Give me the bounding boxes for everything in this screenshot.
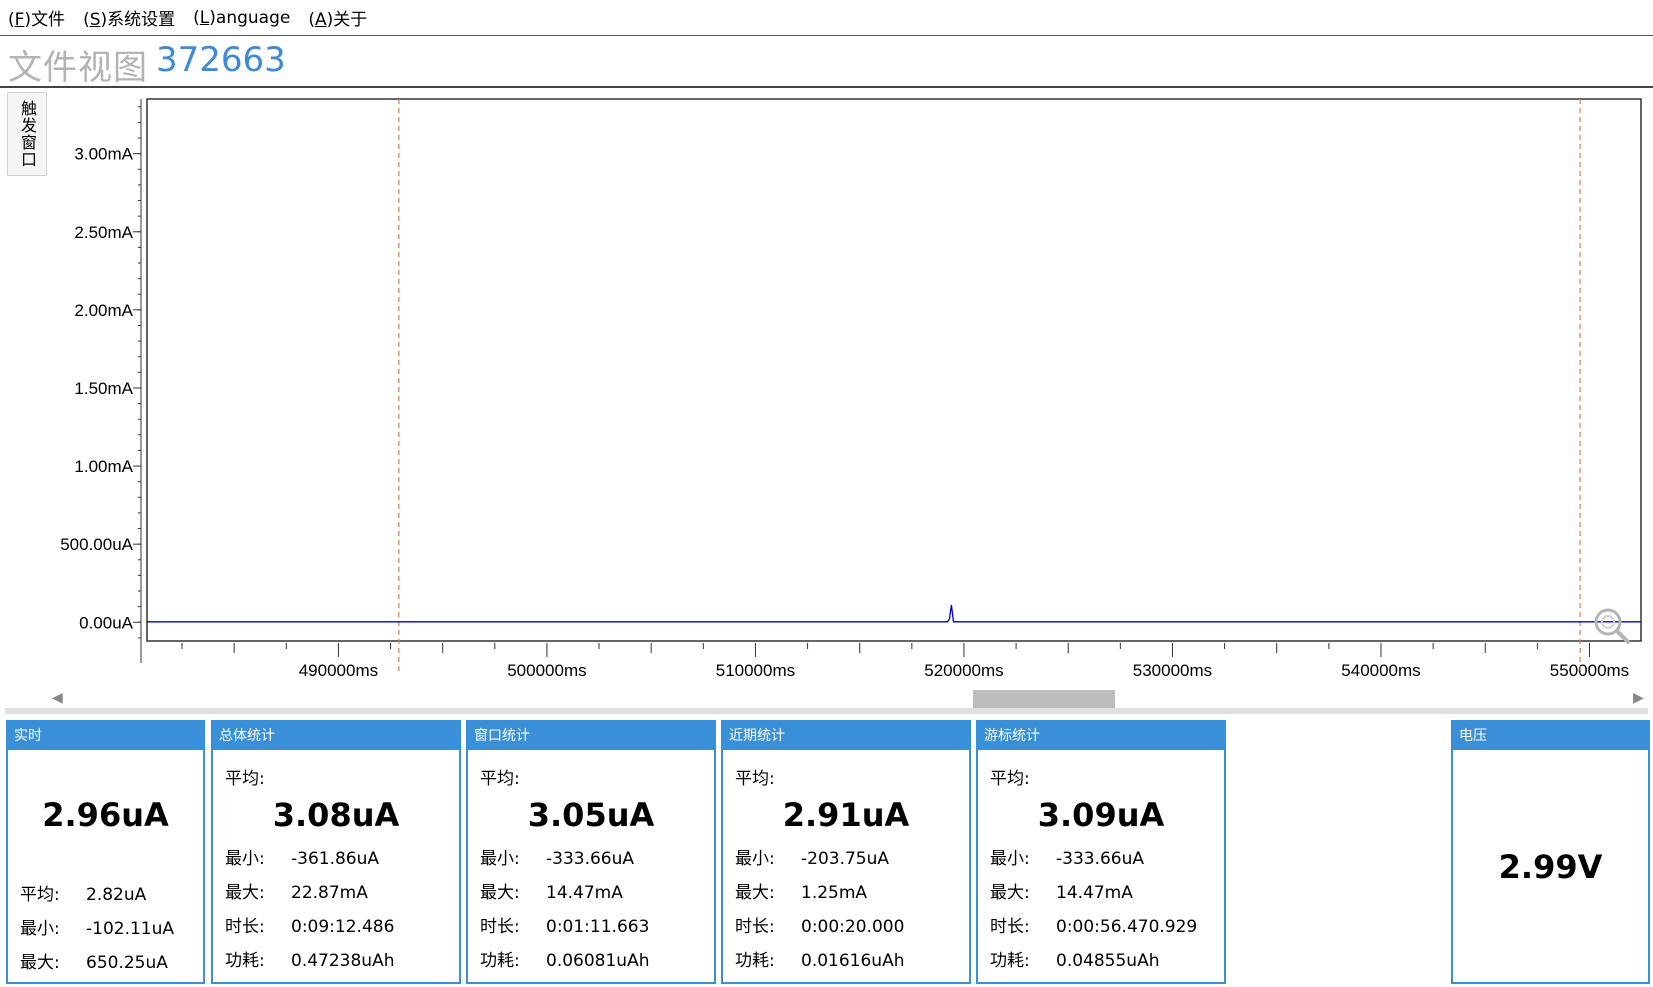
y-tick-label: 1.50mA [74, 379, 133, 398]
panel-title: 游标统计 [978, 722, 1224, 750]
x-tick-label: 510000ms [716, 661, 795, 680]
title-bar: 文件视图 372663 [0, 36, 1653, 88]
menu-language[interactable]: (L)anguage [185, 8, 300, 28]
x-tick-label: 500000ms [507, 661, 586, 680]
panel-overall-stats: 总体统计 平均: 3.08uA 最小: -361.86uA 最大: 22.87mA … [211, 720, 461, 984]
device-id: 372663 [156, 40, 286, 80]
panel-recent-stats: 近期统计 平均: 2.91uA 最小: -203.75uA 最大: 1.25mA 时… [721, 720, 971, 984]
plot-frame [146, 98, 1642, 642]
stat-row: 最小: -102.11uA [20, 919, 175, 939]
realtime-value: 2.96uA [42, 796, 169, 834]
horizontal-scroll-track[interactable] [5, 708, 1648, 714]
menu-file[interactable]: (F)文件 [0, 5, 75, 30]
panel-realtime: 实时 2.96uA 平均: 2.82uA 最小: -102.11uA 最大: 650.… [6, 720, 205, 984]
y-tick-label: 500.00uA [60, 535, 133, 554]
stat-row: 功耗: 0.04855uAh [990, 951, 1160, 971]
stat-row: 最小: -333.66uA [990, 849, 1145, 869]
stat-row: 时长: 0:01:11.663 [480, 917, 650, 937]
y-tick-label: 1.00mA [74, 457, 133, 476]
menu-settings[interactable]: (S)系统设置 [75, 5, 185, 30]
stat-row: 最小: -203.75uA [735, 849, 890, 869]
panel-title: 近期统计 [723, 722, 969, 750]
panel-voltage: 电压 2.99V [1451, 720, 1650, 984]
x-tick-label: 520000ms [924, 661, 1003, 680]
voltage-value: 2.99V [1498, 848, 1603, 886]
panel-title: 电压 [1453, 722, 1648, 750]
avg-label: 平均: [225, 769, 265, 789]
stat-row: 最大: 14.47mA [990, 883, 1133, 903]
stat-row: 最大: 650.25uA [20, 953, 168, 973]
scroll-left-arrow-icon[interactable]: ◀ [52, 690, 63, 706]
panel-window-stats: 窗口统计 平均: 3.05uA 最小: -333.66uA 最大: 14.47mA … [466, 720, 716, 984]
overall-avg-value: 3.08uA [272, 796, 400, 834]
stat-row: 最小: -333.66uA [480, 849, 635, 869]
cursor-avg-value: 3.09uA [1037, 796, 1165, 834]
x-tick-label: 550000ms [1550, 661, 1629, 680]
stat-row: 最小: -361.86uA [225, 849, 380, 869]
x-tick-label: 540000ms [1341, 661, 1420, 680]
panel-title: 实时 [8, 722, 203, 750]
stat-row: 最大: 22.87mA [225, 883, 368, 903]
y-tick-label: 0.00uA [79, 613, 134, 632]
x-tick-label: 490000ms [299, 661, 378, 680]
stat-row: 功耗: 0.06081uAh [480, 951, 650, 971]
stat-row: 平均: 2.82uA [20, 885, 147, 905]
panel-cursor-stats: 游标统计 平均: 3.09uA 最小: -333.66uA 最大: 14.47mA … [976, 720, 1226, 984]
horizontal-scroll-thumb[interactable] [973, 690, 1115, 708]
panel-title: 窗口统计 [468, 722, 714, 750]
stat-row: 时长: 0:00:20.000 [735, 917, 905, 937]
y-tick-label: 2.00mA [74, 301, 133, 320]
menu-bar: (F)文件 (S)系统设置 (L)anguage (A)关于 [0, 0, 1653, 36]
y-tick-label: 2.50mA [74, 223, 133, 242]
scroll-right-arrow-icon[interactable]: ▶ [1633, 690, 1644, 706]
stat-row: 最大: 1.25mA [735, 883, 868, 903]
window-avg-value: 3.05uA [527, 796, 655, 834]
menu-about[interactable]: (A)关于 [300, 5, 377, 30]
stat-row: 时长: 0:00:56.470.929 [990, 917, 1198, 937]
stat-row: 功耗: 0.01616uAh [735, 951, 905, 971]
y-axis: 3.00mA 2.50mA 2.00mA 1.50mA 1.00mA 500.00uA 0.… [60, 99, 142, 663]
avg-label: 平均: [735, 769, 775, 789]
stat-row: 最大: 14.47mA [480, 883, 623, 903]
page-title: 文件视图 [8, 48, 148, 88]
stat-row: 时长: 0:09:12.486 [225, 917, 395, 937]
current-chart[interactable]: 3.00mA 2.50mA 2.00mA 1.50mA 1.00mA 500.00uA 0.… [0, 90, 1653, 680]
x-tick-label: 530000ms [1133, 661, 1212, 680]
stat-row: 功耗: 0.47238uAh [225, 951, 395, 971]
panel-title: 总体统计 [213, 722, 459, 750]
recent-avg-value: 2.91uA [782, 796, 910, 834]
y-tick-label: 3.00mA [74, 145, 133, 164]
avg-label: 平均: [990, 769, 1030, 789]
avg-label: 平均: [480, 769, 520, 789]
